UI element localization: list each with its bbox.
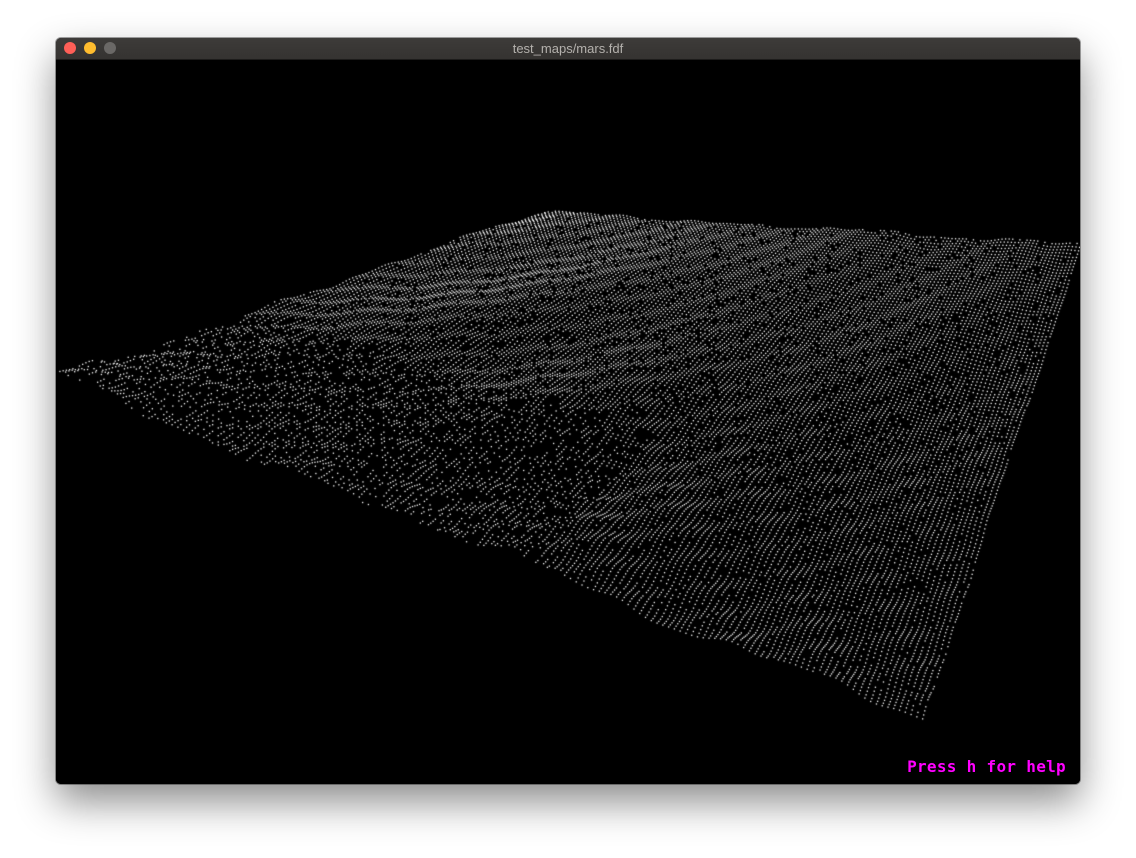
title-bar[interactable]: test_maps/mars.fdf [56,38,1080,60]
terrain-wireframe[interactable] [56,60,1080,784]
app-window: test_maps/mars.fdf Press h for help [56,38,1080,784]
render-viewport[interactable]: Press h for help [56,60,1080,784]
help-hint: Press h for help [907,757,1066,776]
window-title: test_maps/mars.fdf [512,41,624,56]
